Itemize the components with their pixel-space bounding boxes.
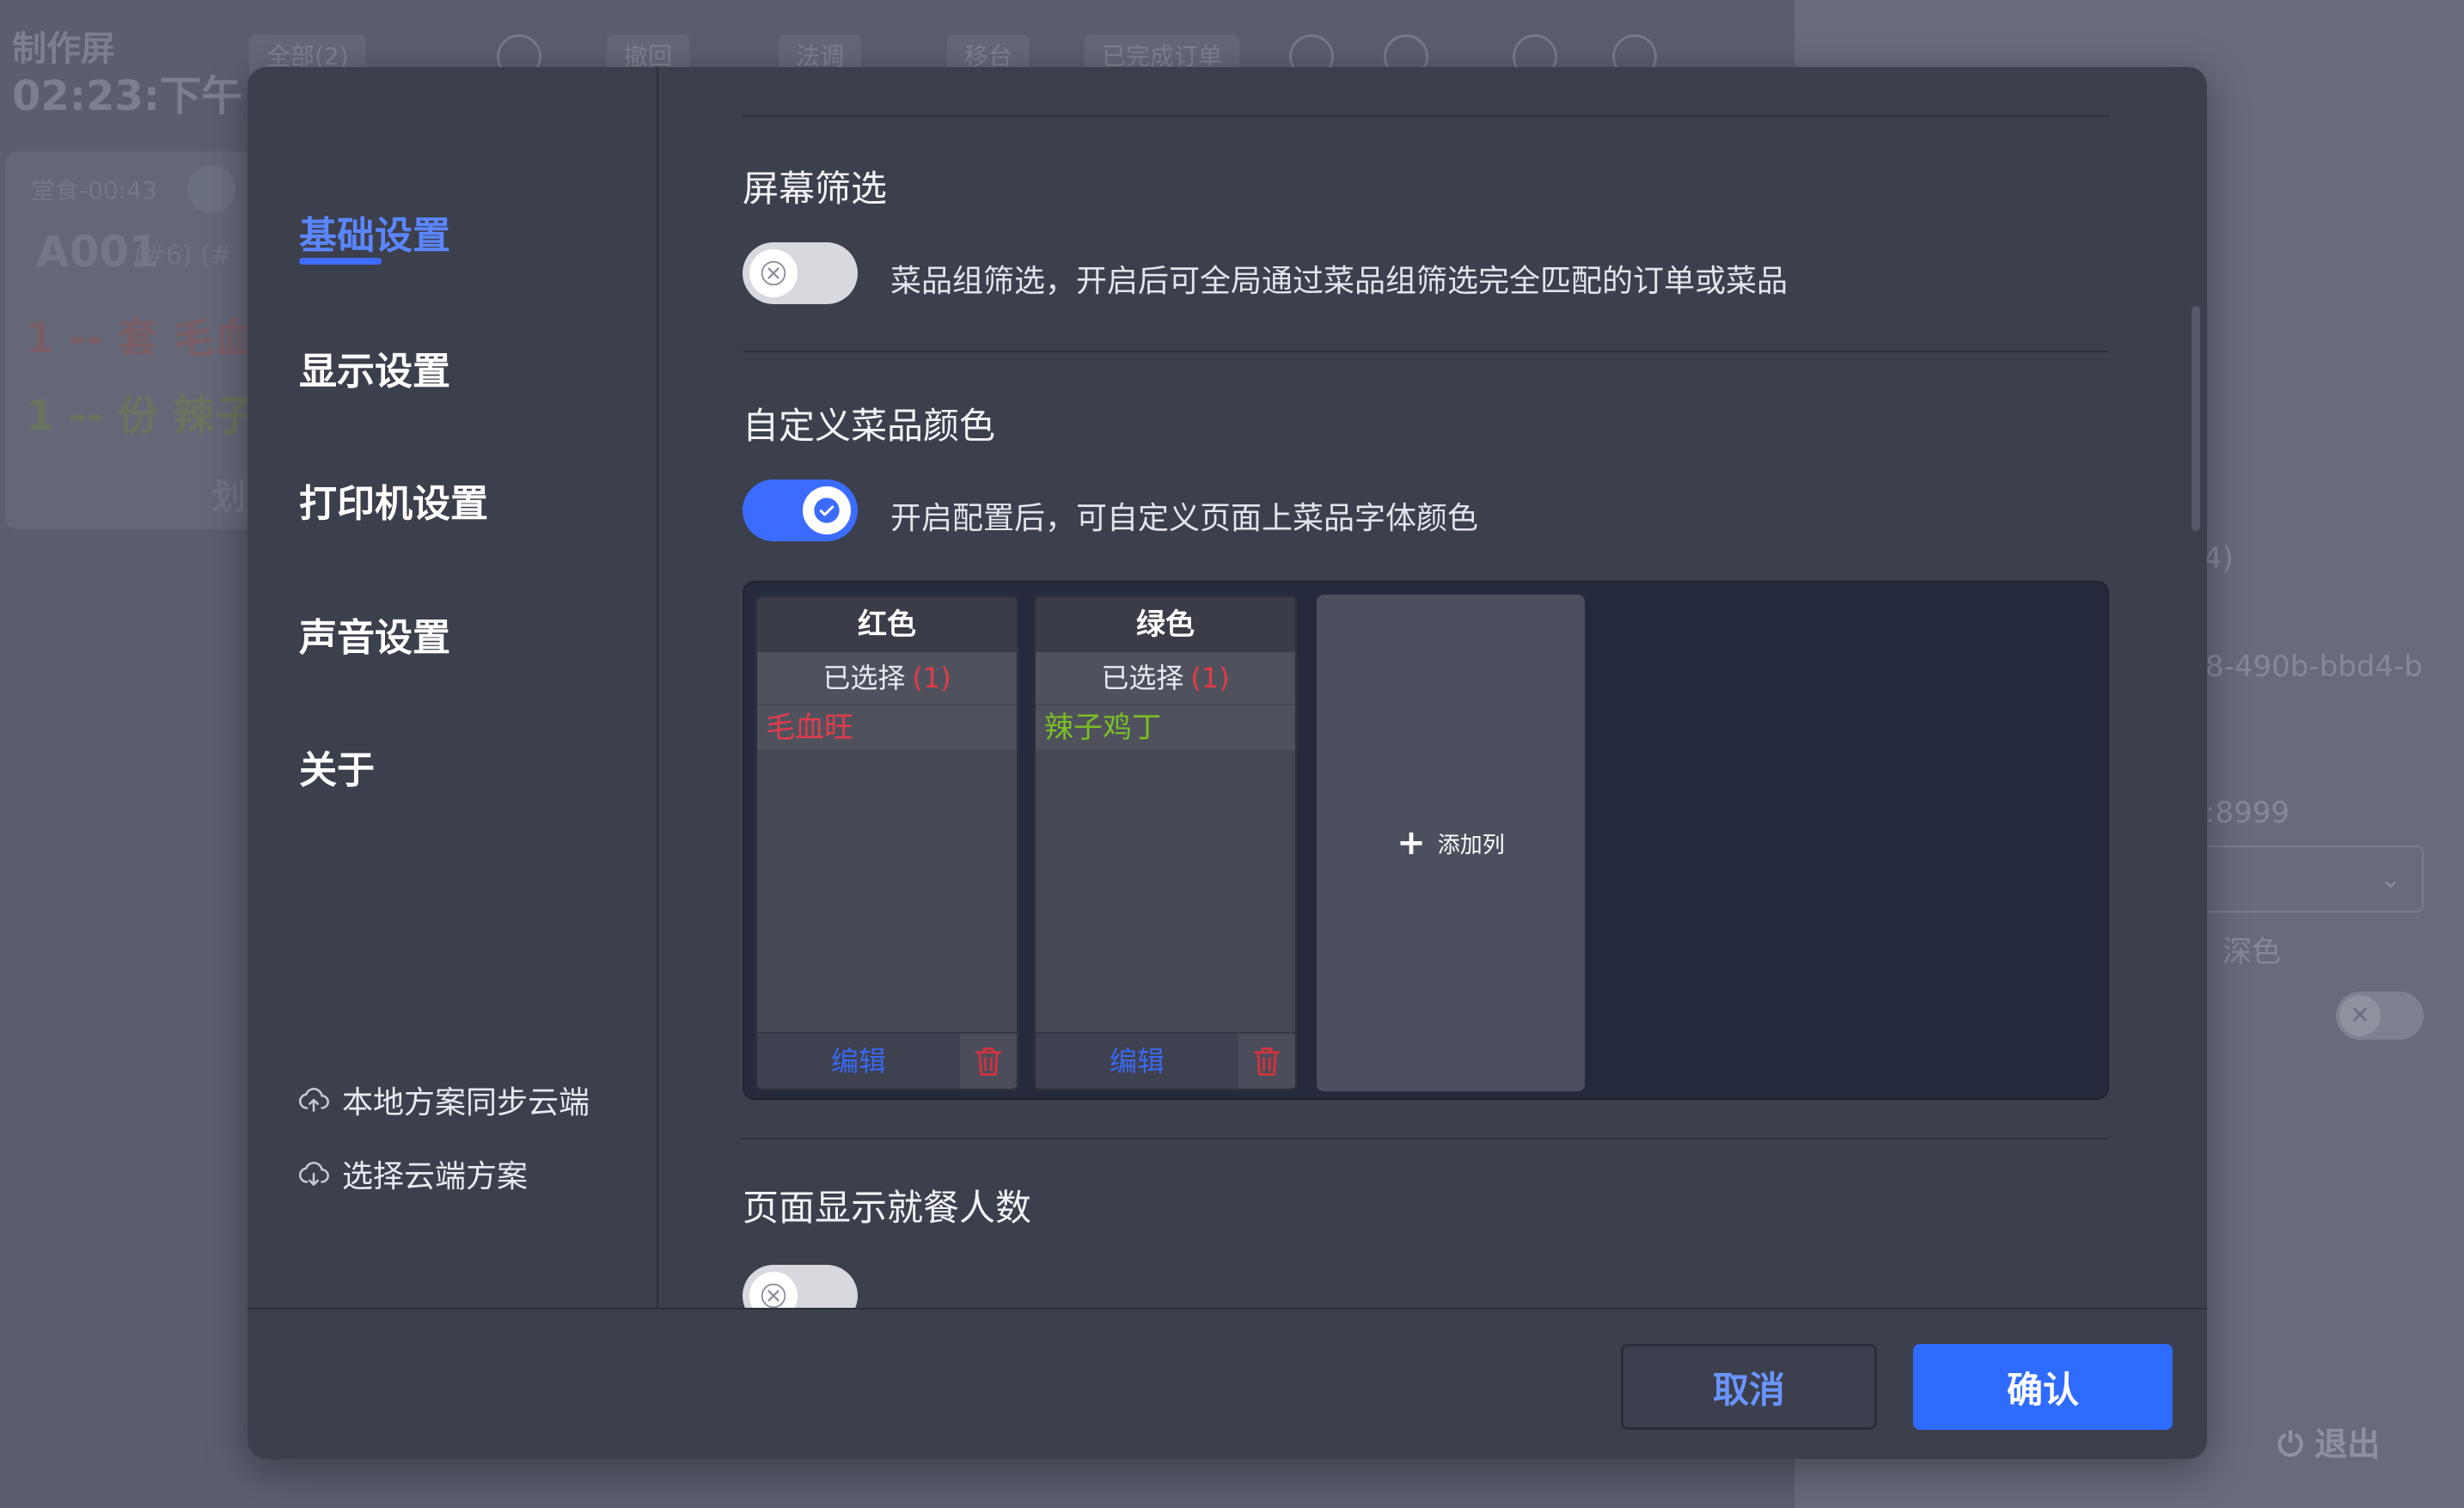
- column-dish: 辣子鸡丁: [1036, 705, 1295, 750]
- order-badge-icon: [187, 165, 235, 213]
- screen-filter-toggle[interactable]: [743, 242, 858, 304]
- screen-filter-description: 菜品组筛选，开启后可全局通过菜品组筛选完全匹配的订单或菜品: [890, 264, 1788, 299]
- sync-to-cloud-link[interactable]: 本地方案同步云端: [297, 1078, 590, 1122]
- delete-column-button[interactable]: [1238, 1034, 1295, 1089]
- modal-footer: 取消 确认: [248, 1308, 2207, 1459]
- cloud-download-icon: [298, 1162, 329, 1186]
- column-selected-count: 已选择 (1): [757, 652, 1017, 704]
- cancel-button[interactable]: 取消: [1621, 1344, 1877, 1430]
- settings-content: 屏幕筛选 菜品组筛选，开启后可全局通过菜品组筛选完全匹配的订单或菜品 自定义菜品…: [660, 67, 2207, 1308]
- trash-icon: [975, 1047, 1001, 1076]
- bg-toggle[interactable]: ✕: [2336, 992, 2424, 1040]
- choose-cloud-plan-label: 选择云端方案: [342, 1159, 529, 1194]
- active-indicator: [299, 258, 382, 265]
- bg-select[interactable]: ⌄: [2183, 846, 2424, 913]
- column-footer: 编辑: [1036, 1032, 1295, 1089]
- column-footer: 编辑: [757, 1032, 1017, 1089]
- trash-icon: [1254, 1047, 1280, 1076]
- bg-info-text: 4): [2204, 541, 2234, 576]
- nav-display-settings[interactable]: 显示设置: [299, 340, 450, 395]
- custom-color-description: 开启配置后，可自定义页面上菜品字体颜色: [890, 501, 1479, 536]
- order-action[interactable]: 划: [211, 469, 246, 519]
- close-icon: [761, 1283, 786, 1308]
- check-icon: [814, 498, 840, 523]
- add-column-label: 添加列: [1437, 832, 1505, 858]
- nav-basic-settings[interactable]: 基础设置: [299, 205, 450, 265]
- selected-label: 已选择: [822, 662, 906, 694]
- logout-button[interactable]: ⏻ 退出: [2278, 1418, 2380, 1465]
- plus-icon: +: [1397, 823, 1426, 863]
- selected-label: 已选择: [1101, 662, 1184, 694]
- bg-theme-value: 深色: [2222, 935, 2281, 969]
- choose-cloud-plan-link[interactable]: 选择云端方案: [297, 1151, 528, 1196]
- column-dish: 毛血旺: [757, 705, 1017, 750]
- toggle-knob: [803, 486, 851, 534]
- content-scrollbar[interactable]: [2192, 306, 2200, 531]
- order-status: 堂食-00:43: [31, 176, 157, 205]
- screen-filter-title: 屏幕筛选: [743, 168, 888, 210]
- custom-color-toggle[interactable]: [743, 479, 858, 541]
- toggle-knob: [749, 249, 798, 297]
- nav-printer-settings[interactable]: 打印机设置: [299, 473, 488, 528]
- divider: [743, 351, 2109, 352]
- settings-modal: 基础设置 显示设置 打印机设置 声音设置 关于 本地方案同步云端 选择云端方案 …: [248, 67, 2207, 1459]
- order-seat: (#6) (#: [134, 241, 233, 271]
- custom-color-title: 自定义菜品颜色: [743, 405, 996, 447]
- diner-count-title: 页面显示就餐人数: [743, 1187, 1032, 1229]
- cloud-upload-icon: [298, 1088, 329, 1112]
- close-icon: [761, 260, 786, 286]
- toggle-knob: [749, 1272, 798, 1308]
- close-icon: ✕: [2339, 995, 2381, 1036]
- edit-column-button[interactable]: 编辑: [1036, 1034, 1238, 1089]
- nav-label: 基础设置: [299, 214, 450, 258]
- logout-label: 退出: [2314, 1426, 2381, 1463]
- color-columns-panel: 红色 已选择 (1) 毛血旺 编辑 绿色 已选择 (1) 辣子鸡丁 编辑 + 添…: [743, 581, 2109, 1100]
- nav-sound-settings[interactable]: 声音设置: [299, 607, 450, 662]
- column-name: 红色: [757, 597, 1017, 652]
- power-icon: ⏻: [2278, 1426, 2304, 1463]
- divider: [743, 1138, 2109, 1139]
- confirm-button[interactable]: 确认: [1913, 1344, 2173, 1430]
- column-selected-count: 已选择 (1): [1036, 652, 1295, 704]
- clock: 02:23:下午: [12, 72, 242, 120]
- selected-count: (1): [1190, 662, 1230, 694]
- add-column-button[interactable]: + 添加列: [1317, 595, 1585, 1091]
- diner-count-toggle[interactable]: [743, 1265, 858, 1308]
- delete-column-button[interactable]: [960, 1034, 1017, 1089]
- edit-column-button[interactable]: 编辑: [757, 1034, 960, 1089]
- bg-info-text: :8999: [2205, 796, 2290, 830]
- selected-count: (1): [912, 662, 951, 694]
- sync-to-cloud-label: 本地方案同步云端: [342, 1085, 590, 1120]
- nav-about[interactable]: 关于: [299, 739, 375, 794]
- divider: [743, 115, 2109, 117]
- color-column-green: 绿色 已选择 (1) 辣子鸡丁 编辑: [1033, 595, 1298, 1091]
- color-column-red: 红色 已选择 (1) 毛血旺 编辑: [755, 595, 1019, 1091]
- bg-info-text: 8-490b-bbd4-b: [2205, 650, 2423, 684]
- column-name: 绿色: [1036, 597, 1295, 652]
- settings-sidebar: 基础设置 显示设置 打印机设置 声音设置 关于 本地方案同步云端 选择云端方案: [248, 67, 658, 1308]
- chevron-down-icon: ⌄: [2379, 864, 2401, 894]
